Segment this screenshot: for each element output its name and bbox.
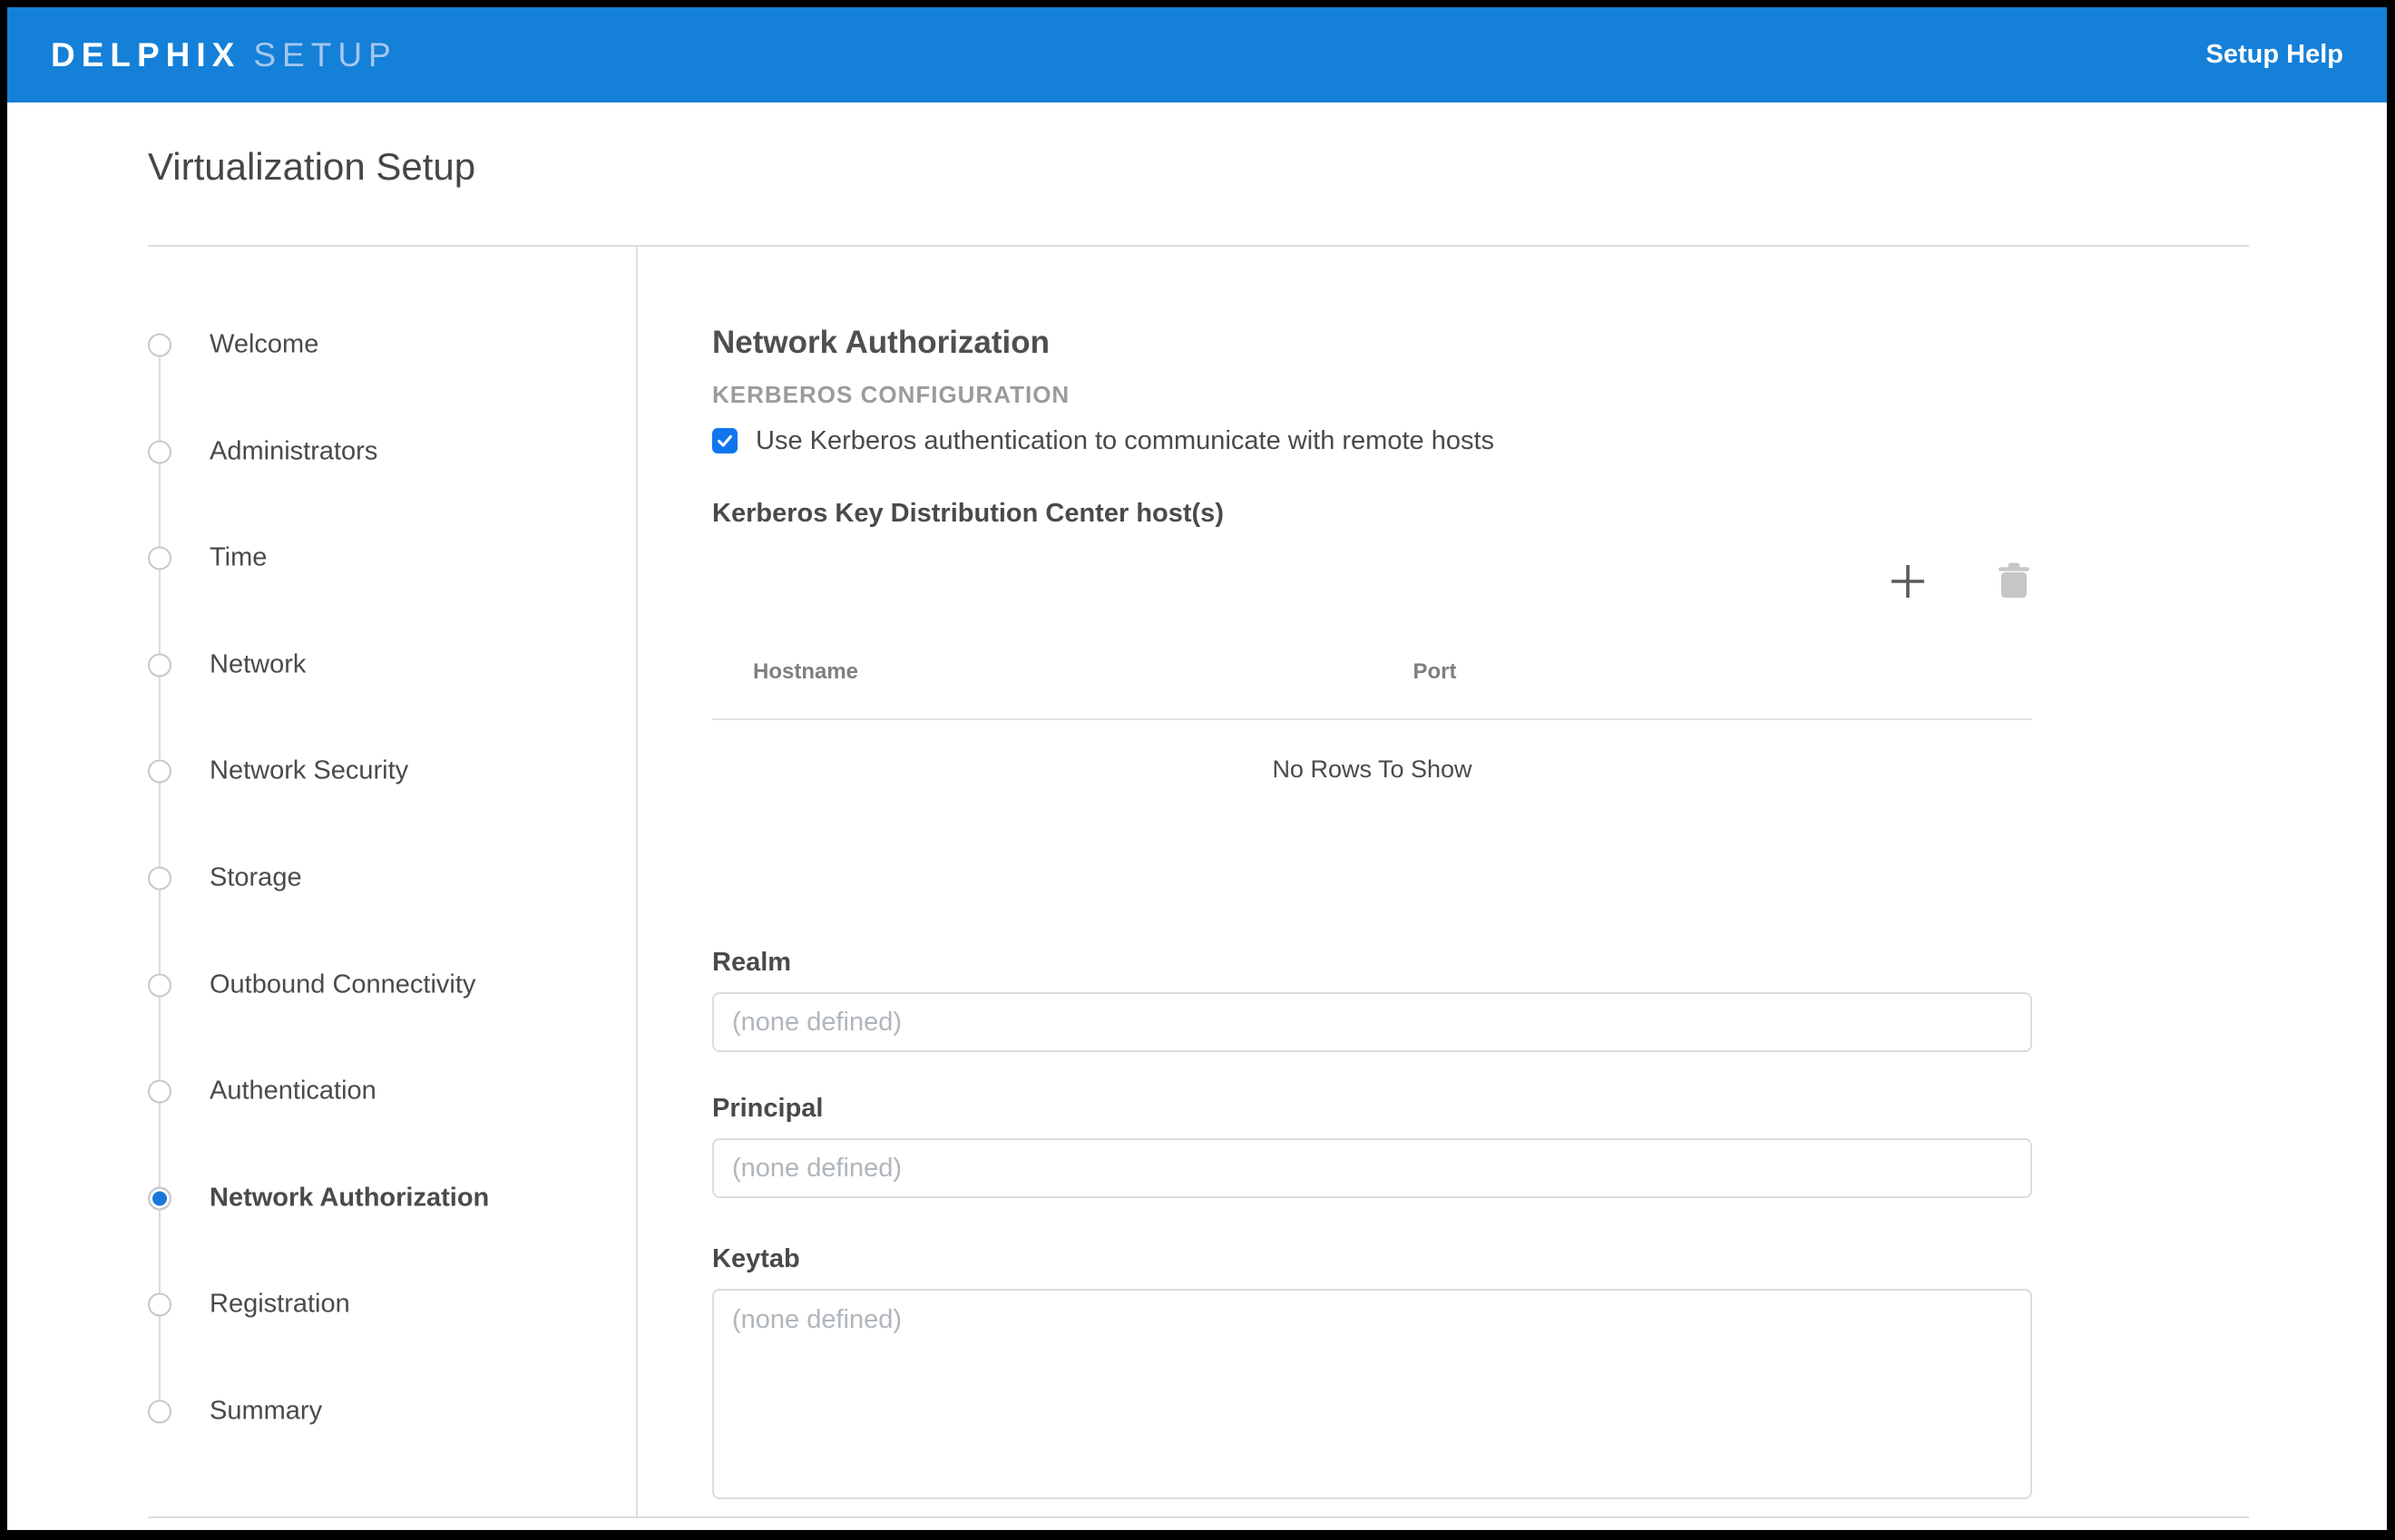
kdc-hosts-label: Kerberos Key Distribution Center host(s) xyxy=(712,501,2032,527)
step-label: Network xyxy=(210,650,306,680)
use-kerberos-label: Use Kerberos authentication to communica… xyxy=(756,426,1494,456)
sidebar-step-authentication[interactable]: Authentication xyxy=(148,1077,376,1106)
use-kerberos-checkbox[interactable] xyxy=(712,428,738,453)
step-label: Storage xyxy=(210,863,302,893)
brand-primary-text: DELPHIX xyxy=(51,36,240,74)
plus-icon xyxy=(1887,560,1929,602)
step-label: Network Authorization xyxy=(210,1184,489,1213)
sidebar-step-welcome[interactable]: Welcome xyxy=(148,330,318,360)
sidebar-step-summary[interactable]: Summary xyxy=(148,1397,322,1427)
step-radio-icon xyxy=(148,440,171,463)
step-label: Summary xyxy=(210,1397,322,1427)
sidebar-step-network-authorization[interactable]: Network Authorization xyxy=(148,1184,489,1213)
grid-header-divider xyxy=(712,718,2032,720)
checkmark-icon xyxy=(715,431,735,451)
realm-label: Realm xyxy=(712,950,2032,976)
delphix-setup-logo: DELPHIX SETUP xyxy=(51,36,397,74)
step-radio-icon xyxy=(148,973,171,997)
setup-window: DELPHIX SETUP Setup Help Virtualization … xyxy=(7,7,2387,1530)
sidebar-step-network-security[interactable]: Network Security xyxy=(148,756,408,786)
step-label: Authentication xyxy=(210,1077,376,1106)
step-radio-active-icon xyxy=(148,1186,171,1210)
step-label: Outbound Connectivity xyxy=(210,970,475,1000)
add-kdc-host-button[interactable] xyxy=(1887,560,1929,602)
principal-input[interactable] xyxy=(712,1138,2032,1198)
trash-icon xyxy=(1996,561,2032,601)
step-radio-icon xyxy=(148,866,171,890)
kdc-grid-header: Hostname Port xyxy=(712,659,2032,684)
step-radio-icon xyxy=(148,1292,171,1316)
step-label: Network Security xyxy=(210,756,408,786)
step-label: Welcome xyxy=(210,330,318,360)
step-radio-icon xyxy=(148,759,171,783)
step-radio-icon xyxy=(148,653,171,677)
sidebar-step-network[interactable]: Network xyxy=(148,650,306,680)
keytab-label: Keytab xyxy=(712,1246,2032,1272)
kdc-grid-toolbar xyxy=(712,560,2032,603)
brand-secondary-text: SETUP xyxy=(253,36,396,74)
app-header: DELPHIX SETUP Setup Help xyxy=(7,7,2387,102)
step-radio-icon xyxy=(148,1079,171,1103)
sidebar-step-storage[interactable]: Storage xyxy=(148,863,302,893)
page-title: Virtualization Setup xyxy=(148,145,2387,189)
keytab-textarea[interactable] xyxy=(712,1289,2032,1499)
column-header-port[interactable]: Port xyxy=(1373,659,2033,684)
principal-label: Principal xyxy=(712,1096,2032,1122)
grid-empty-message: No Rows To Show xyxy=(712,757,2032,782)
step-label: Registration xyxy=(210,1290,350,1320)
delete-kdc-host-button[interactable] xyxy=(1996,561,2032,601)
sidebar-step-time[interactable]: Time xyxy=(148,543,267,573)
step-radio-icon xyxy=(148,1399,171,1423)
content-heading: Network Authorization xyxy=(712,327,2032,358)
column-header-hostname[interactable]: Hostname xyxy=(712,659,1373,684)
wizard-steps-sidebar: Welcome Administrators Time Network Netw… xyxy=(148,247,638,1516)
sidebar-step-administrators[interactable]: Administrators xyxy=(148,437,377,467)
kerberos-section-label: KERBEROS CONFIGURATION xyxy=(712,383,2032,406)
step-label: Time xyxy=(210,543,267,573)
sidebar-step-outbound-connectivity[interactable]: Outbound Connectivity xyxy=(148,970,475,1000)
setup-help-link[interactable]: Setup Help xyxy=(2206,40,2343,70)
step-radio-icon xyxy=(148,546,171,570)
step-label: Administrators xyxy=(210,437,377,467)
sidebar-step-registration[interactable]: Registration xyxy=(148,1290,350,1320)
main-panel: Welcome Administrators Time Network Netw… xyxy=(148,245,2249,1518)
realm-input[interactable] xyxy=(712,992,2032,1052)
step-radio-icon xyxy=(148,333,171,356)
network-authorization-form: Network Authorization KERBEROS CONFIGURA… xyxy=(638,247,2249,1516)
use-kerberos-row: Use Kerberos authentication to communica… xyxy=(712,428,2032,453)
